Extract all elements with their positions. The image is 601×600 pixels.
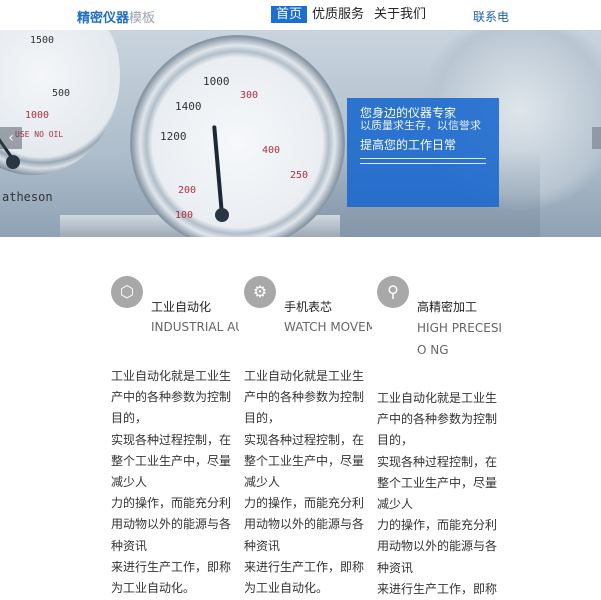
- feature-desc-line: 力的操作，而能充分利用动物以外的能源与各种资讯: [244, 496, 365, 553]
- gauge-tick-label: 1200: [160, 130, 187, 143]
- nav-item-services[interactable]: 优质服务: [307, 6, 369, 23]
- feature-description: 工业自动化就是工业生产中的各种参数为控制目的， 实现各种过程控制，在整个工业生产…: [377, 388, 505, 600]
- logo-secondary-text: 模板: [129, 11, 156, 26]
- caption-tagline[interactable]: 提高您的工作日常: [360, 138, 486, 152]
- gauge-tick-label: 1000: [203, 75, 230, 88]
- feature-description: 工业自动化就是工业生产中的各种参数为控制目的， 实现各种过程控制，在整个工业生产…: [111, 366, 239, 599]
- nav-item-home[interactable]: 首页: [271, 6, 308, 23]
- feature-title[interactable]: 工业自动化: [151, 298, 211, 315]
- gauge-hub: [6, 155, 20, 169]
- main-nav: 首页 优质服务 关于我们: [271, 6, 431, 23]
- site-logo[interactable]: 精密仪器模板: [77, 7, 155, 26]
- feature-desc-line: 来进行生产工作，即称为工业自动化。: [244, 559, 365, 596]
- feature-desc-line: 工业自动化就是工业生产中的各种参数为控制目的，: [377, 391, 498, 448]
- feature-desc-line: 实现各种过程控制，在整个工业生产中，尽量减少人: [111, 432, 232, 490]
- gauge-brand-label: atheson: [2, 190, 53, 204]
- hexagon-nut-icon: ⬡: [111, 276, 143, 308]
- gears-icon: ⚙: [244, 276, 276, 308]
- feature-desc-line: 工业自动化就是工业生产中的各种参数为控制目的，: [111, 369, 232, 426]
- feature-subtitle: INDUSTRIAL AU: [151, 320, 239, 334]
- gauge-hub: [215, 208, 229, 222]
- feature-desc-line: 力的操作，而能充分利用动物以外的能源与各种资讯: [111, 496, 232, 553]
- carousel-next-button[interactable]: [592, 127, 601, 149]
- gauge-tick-label: 250: [290, 170, 309, 181]
- gauge-tick-label: USE NO OIL: [15, 130, 64, 139]
- feature-desc-line: 实现各种过程控制，在整个工业生产中，尽量减少人: [377, 454, 498, 512]
- feature-subtitle: WATCH MOVEM: [284, 320, 372, 334]
- gauge-tick-label: 400: [262, 145, 281, 156]
- gauge-tick-label: 1000: [25, 110, 50, 121]
- caption-divider: [360, 163, 486, 164]
- carousel-prev-button[interactable]: ‹: [0, 127, 22, 149]
- feature-desc-line: 来进行生产工作，即称为工业自动化。: [111, 559, 232, 596]
- feature-desc-line: 力的操作，而能充分利用动物以外的能源与各种资讯: [377, 518, 498, 575]
- caption-divider: [360, 158, 486, 159]
- feature-desc-line: 工业自动化就是工业生产中的各种参数为控制目的，: [244, 369, 365, 426]
- microscope-icon: ⚲: [377, 276, 409, 308]
- chevron-left-icon: ‹: [8, 130, 14, 146]
- feature-desc-line: 实现各种过程控制，在整个工业生产中，尽量减少人: [244, 432, 365, 490]
- gauge-tick-label: 1400: [175, 100, 202, 113]
- feature-desc-line: 来进行生产工作，即称: [377, 581, 498, 596]
- feature-subtitle: HIGH PRECESIO NG: [417, 321, 502, 357]
- gauge-tick-label: 200: [178, 185, 197, 196]
- logo-primary-text: 精密仪器: [77, 11, 130, 26]
- feature-title[interactable]: 高精密加工: [417, 298, 477, 315]
- caption-subline: 以质量求生存，以信誉求: [360, 120, 481, 130]
- feature-description: 工业自动化就是工业生产中的各种参数为控制目的， 实现各种过程控制，在整个工业生产…: [244, 366, 372, 599]
- gauge-tick-label: 500: [52, 88, 71, 99]
- banner-caption-box: 您身边的仪器专家 以质量求生存，以信誉求 提高您的工作日常: [347, 98, 499, 207]
- gauge-tick-label: 300: [240, 90, 259, 101]
- feature-title[interactable]: 手机表芯: [284, 298, 332, 315]
- pressure-gauge-left: [0, 30, 120, 175]
- hero-banner: 1500 500 1000 USE NO OIL atheson 1200 14…: [0, 30, 601, 237]
- nav-item-contact[interactable]: 联系电: [473, 8, 509, 25]
- site-header: 精密仪器模板 首页 优质服务 关于我们 联系电: [0, 0, 601, 30]
- gauge-tick-label: 100: [175, 210, 194, 221]
- gauge-tick-label: 1500: [30, 35, 55, 46]
- caption-headline: 您身边的仪器专家: [360, 106, 457, 120]
- nav-item-about[interactable]: 关于我们: [369, 6, 431, 23]
